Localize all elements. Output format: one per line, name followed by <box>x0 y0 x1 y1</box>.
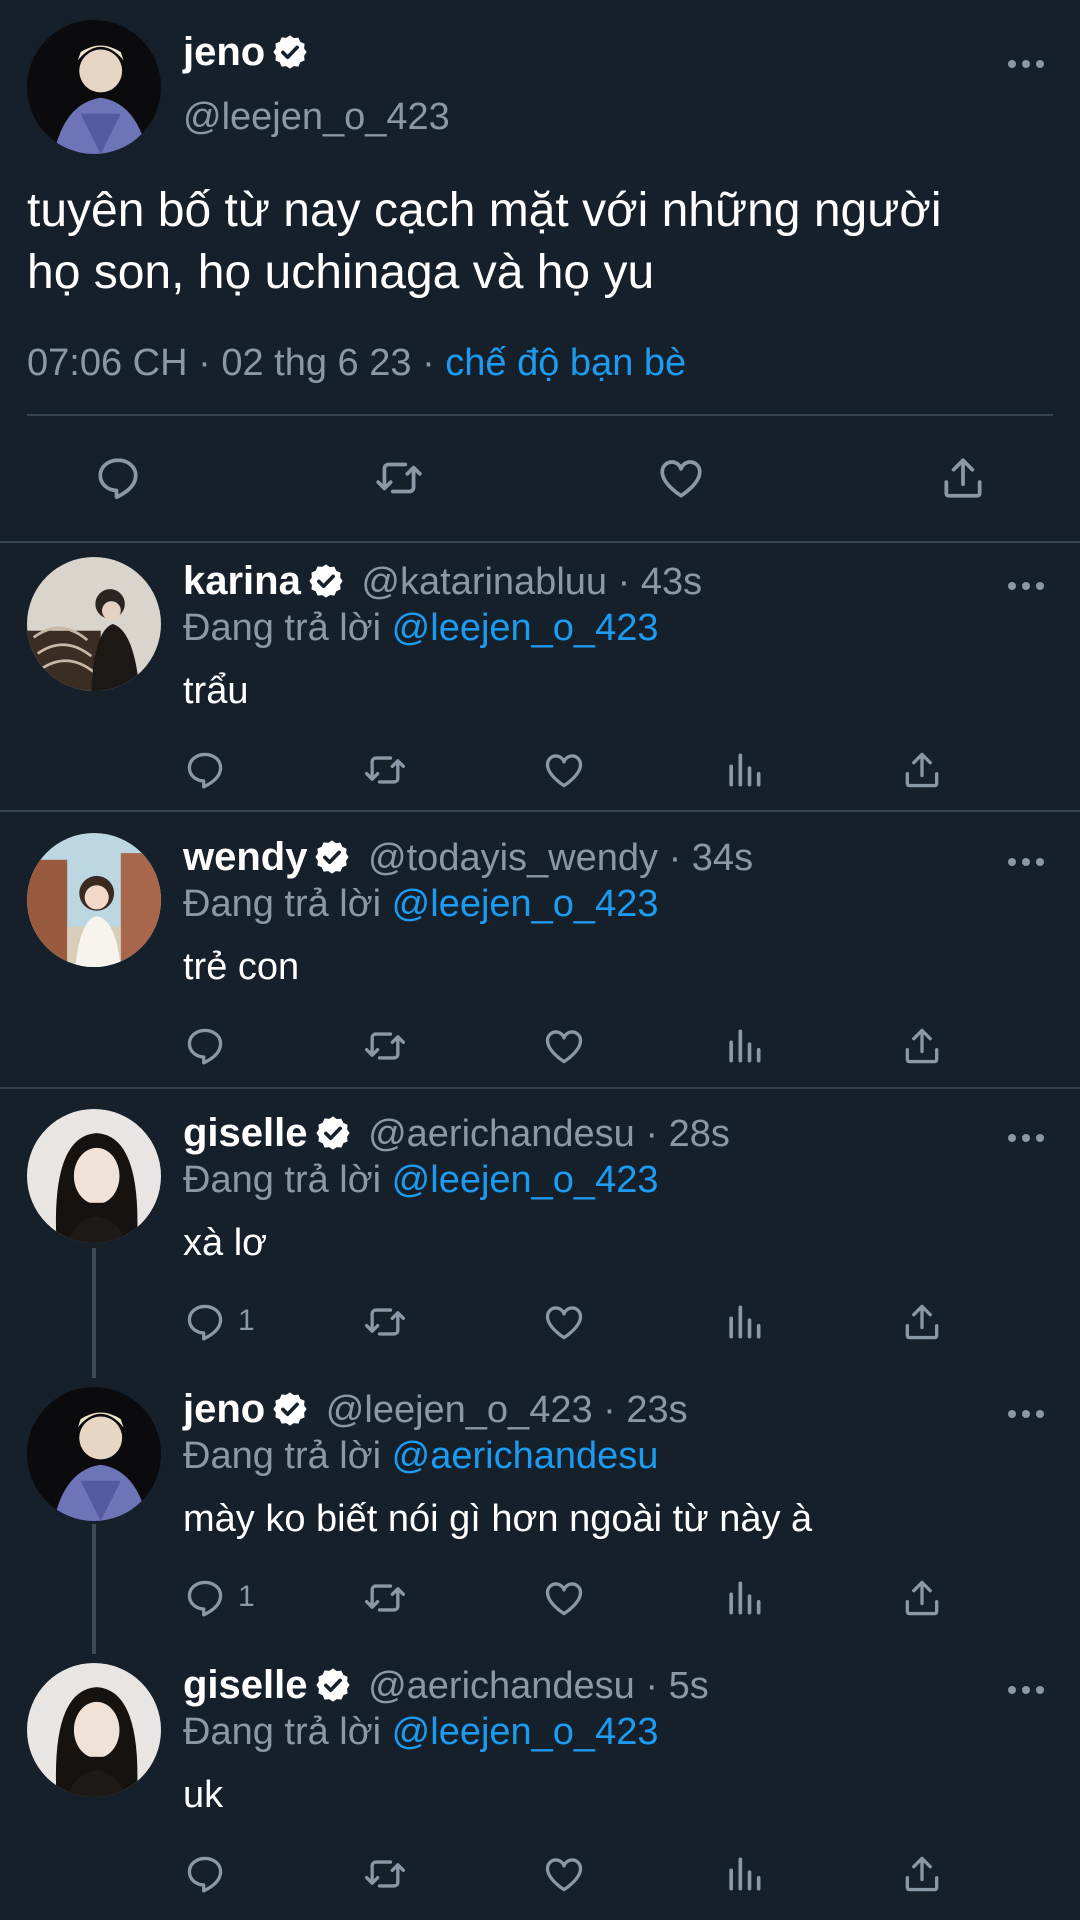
reply-icon[interactable] <box>183 1852 227 1896</box>
reply-count: 1 <box>238 1580 255 1613</box>
reply-count: 1 <box>238 1304 255 1337</box>
like-icon[interactable] <box>542 1852 586 1896</box>
verified-icon <box>307 562 345 600</box>
divider <box>0 810 1080 812</box>
analytics-icon[interactable] <box>722 1576 766 1620</box>
reply-name[interactable]: giselle <box>183 1111 308 1155</box>
verified-icon <box>314 1114 352 1152</box>
main-display-name[interactable]: jeno <box>183 30 265 74</box>
replying-to-label: Đang trả lời <box>183 1159 382 1201</box>
more-icon[interactable] <box>1006 1132 1046 1144</box>
reply-handle[interactable]: @aerichandesu <box>368 1113 635 1155</box>
replying-to-label: Đang trả lời <box>183 883 382 925</box>
reply-name[interactable]: giselle <box>183 1663 308 1707</box>
replying-to-link[interactable]: @aerichandesu <box>392 1435 659 1477</box>
more-icon[interactable] <box>1006 1684 1046 1696</box>
reply-handle[interactable]: @katarinabluu <box>361 561 607 603</box>
main-handle[interactable]: @leejen_o_423 <box>183 96 450 139</box>
analytics-icon[interactable] <box>722 1024 766 1068</box>
reply-time: 28s <box>668 1113 730 1155</box>
share-icon[interactable] <box>900 1852 944 1896</box>
retweet-icon[interactable] <box>372 453 426 503</box>
avatar-jeno[interactable] <box>27 1387 161 1521</box>
tweet-date: 02 thg 6 23 <box>221 342 412 384</box>
replying-to-link[interactable]: @leejen_o_423 <box>392 1159 659 1201</box>
like-icon[interactable] <box>655 453 707 503</box>
analytics-icon[interactable] <box>722 748 766 792</box>
reply-icon[interactable] <box>183 748 227 792</box>
replying-to-link[interactable]: @leejen_o_423 <box>392 883 659 925</box>
main-tweet-meta: 07:06 CH · 02 thg 6 23 · chế độ bạn bè <box>27 342 687 384</box>
replying-to-link[interactable]: @leejen_o_423 <box>392 607 659 649</box>
like-icon[interactable] <box>542 1576 586 1620</box>
replying-to-link[interactable]: @leejen_o_423 <box>392 1711 659 1753</box>
share-icon[interactable] <box>900 1576 944 1620</box>
reply-text: mày ko biết nói gì hơn ngoài từ này à <box>183 1498 813 1540</box>
reply-icon[interactable] <box>183 1576 227 1620</box>
reply-time: 23s <box>626 1389 688 1431</box>
avatar-giselle[interactable] <box>27 1663 161 1797</box>
retweet-icon[interactable] <box>362 1024 408 1068</box>
more-icon[interactable] <box>1006 58 1046 70</box>
reply-icon[interactable] <box>183 1300 227 1344</box>
reply-text: xà lơ <box>183 1222 268 1264</box>
audience-link[interactable]: chế độ bạn bè <box>445 342 686 384</box>
main-tweet-text: tuyên bố từ nay cạch mặt với những người… <box>27 184 942 299</box>
share-icon[interactable] <box>900 1300 944 1344</box>
share-icon[interactable] <box>937 453 989 503</box>
more-icon[interactable] <box>1006 580 1046 592</box>
reply-name[interactable]: wendy <box>183 835 307 879</box>
more-icon[interactable] <box>1006 1408 1046 1420</box>
divider <box>0 541 1080 543</box>
reply-icon[interactable] <box>92 453 144 503</box>
analytics-icon[interactable] <box>722 1300 766 1344</box>
retweet-icon[interactable] <box>362 1852 408 1896</box>
share-icon[interactable] <box>900 1024 944 1068</box>
like-icon[interactable] <box>542 1024 586 1068</box>
divider <box>0 1087 1080 1089</box>
thread-line <box>92 1248 96 1378</box>
verified-icon <box>271 1390 309 1428</box>
retweet-icon[interactable] <box>362 1576 408 1620</box>
like-icon[interactable] <box>542 1300 586 1344</box>
verified-icon <box>313 838 351 876</box>
avatar-jeno[interactable] <box>27 20 161 154</box>
reply-name[interactable]: jeno <box>183 1387 265 1431</box>
verified-icon <box>314 1666 352 1704</box>
replying-to-label: Đang trả lời <box>183 1435 382 1477</box>
reply-time: 5s <box>668 1665 709 1707</box>
replying-to-label: Đang trả lời <box>183 607 382 649</box>
reply-handle[interactable]: @aerichandesu <box>368 1665 635 1707</box>
retweet-icon[interactable] <box>362 748 408 792</box>
share-icon[interactable] <box>900 748 944 792</box>
avatar-giselle[interactable] <box>27 1109 161 1243</box>
reply-time: 43s <box>640 561 703 603</box>
reply-text: trẻ con <box>183 946 300 988</box>
reply-icon[interactable] <box>183 1024 227 1068</box>
avatar-wendy[interactable] <box>27 833 161 967</box>
replying-to-label: Đang trả lời <box>183 1711 382 1753</box>
more-icon[interactable] <box>1006 856 1046 868</box>
tweet-time: 07:06 CH <box>27 342 188 384</box>
avatar-karina[interactable] <box>27 557 161 691</box>
retweet-icon[interactable] <box>362 1300 408 1344</box>
reply-text: trẩu <box>183 670 249 712</box>
like-icon[interactable] <box>542 748 586 792</box>
reply-text: uk <box>183 1774 224 1816</box>
verified-icon <box>271 33 309 71</box>
reply-handle[interactable]: @todayis_wendy <box>368 837 658 879</box>
reply-time: 34s <box>691 837 754 879</box>
analytics-icon[interactable] <box>722 1852 766 1896</box>
reply-handle[interactable]: @leejen_o_423 <box>326 1389 593 1431</box>
thread-line <box>92 1524 96 1654</box>
divider <box>27 414 1053 416</box>
reply-name[interactable]: karina <box>183 559 301 603</box>
